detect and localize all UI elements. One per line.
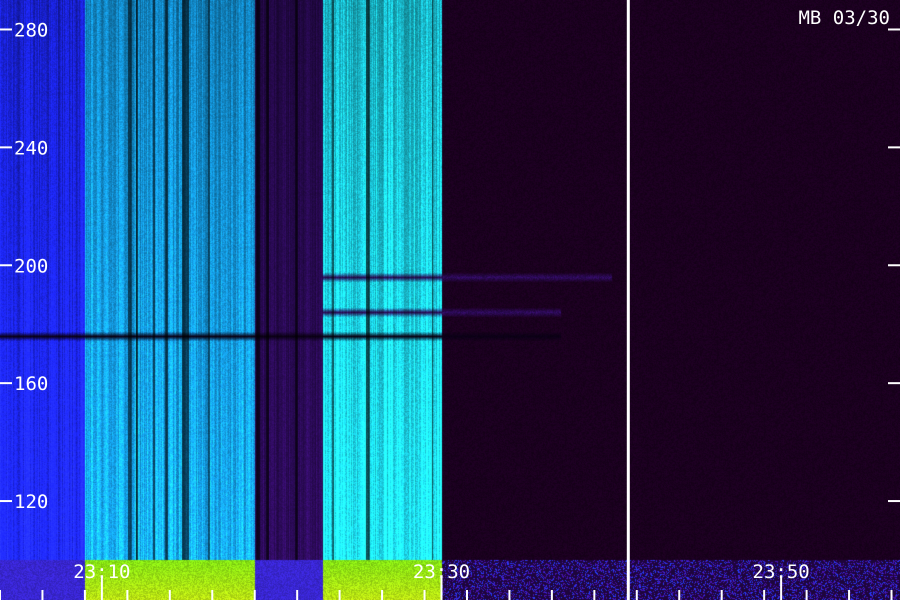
station-date-label: MB 03/30 xyxy=(798,7,890,29)
spectrogram-overlay: 120 160 200 240 280 23:10 23:30 23:50 MB 03/30 xyxy=(0,0,900,600)
y-tick-label: 280 xyxy=(14,19,48,41)
y-tick-label: 160 xyxy=(14,373,48,395)
x-tick-label: 23:10 xyxy=(73,561,130,583)
x-axis-ticks: 23:10 23:30 23:50 xyxy=(0,561,893,600)
spectrogram-figure: 120 160 200 240 280 23:10 23:30 23:50 MB 03/30 xyxy=(0,0,900,600)
y-tick-label: 240 xyxy=(14,137,48,159)
y-tick-label: 120 xyxy=(14,491,48,513)
x-tick-label: 23:30 xyxy=(413,561,470,583)
y-tick-label: 200 xyxy=(14,255,48,277)
y-axis-ticks: 120 160 200 240 280 xyxy=(0,19,900,513)
x-tick-label: 23:50 xyxy=(753,561,810,583)
